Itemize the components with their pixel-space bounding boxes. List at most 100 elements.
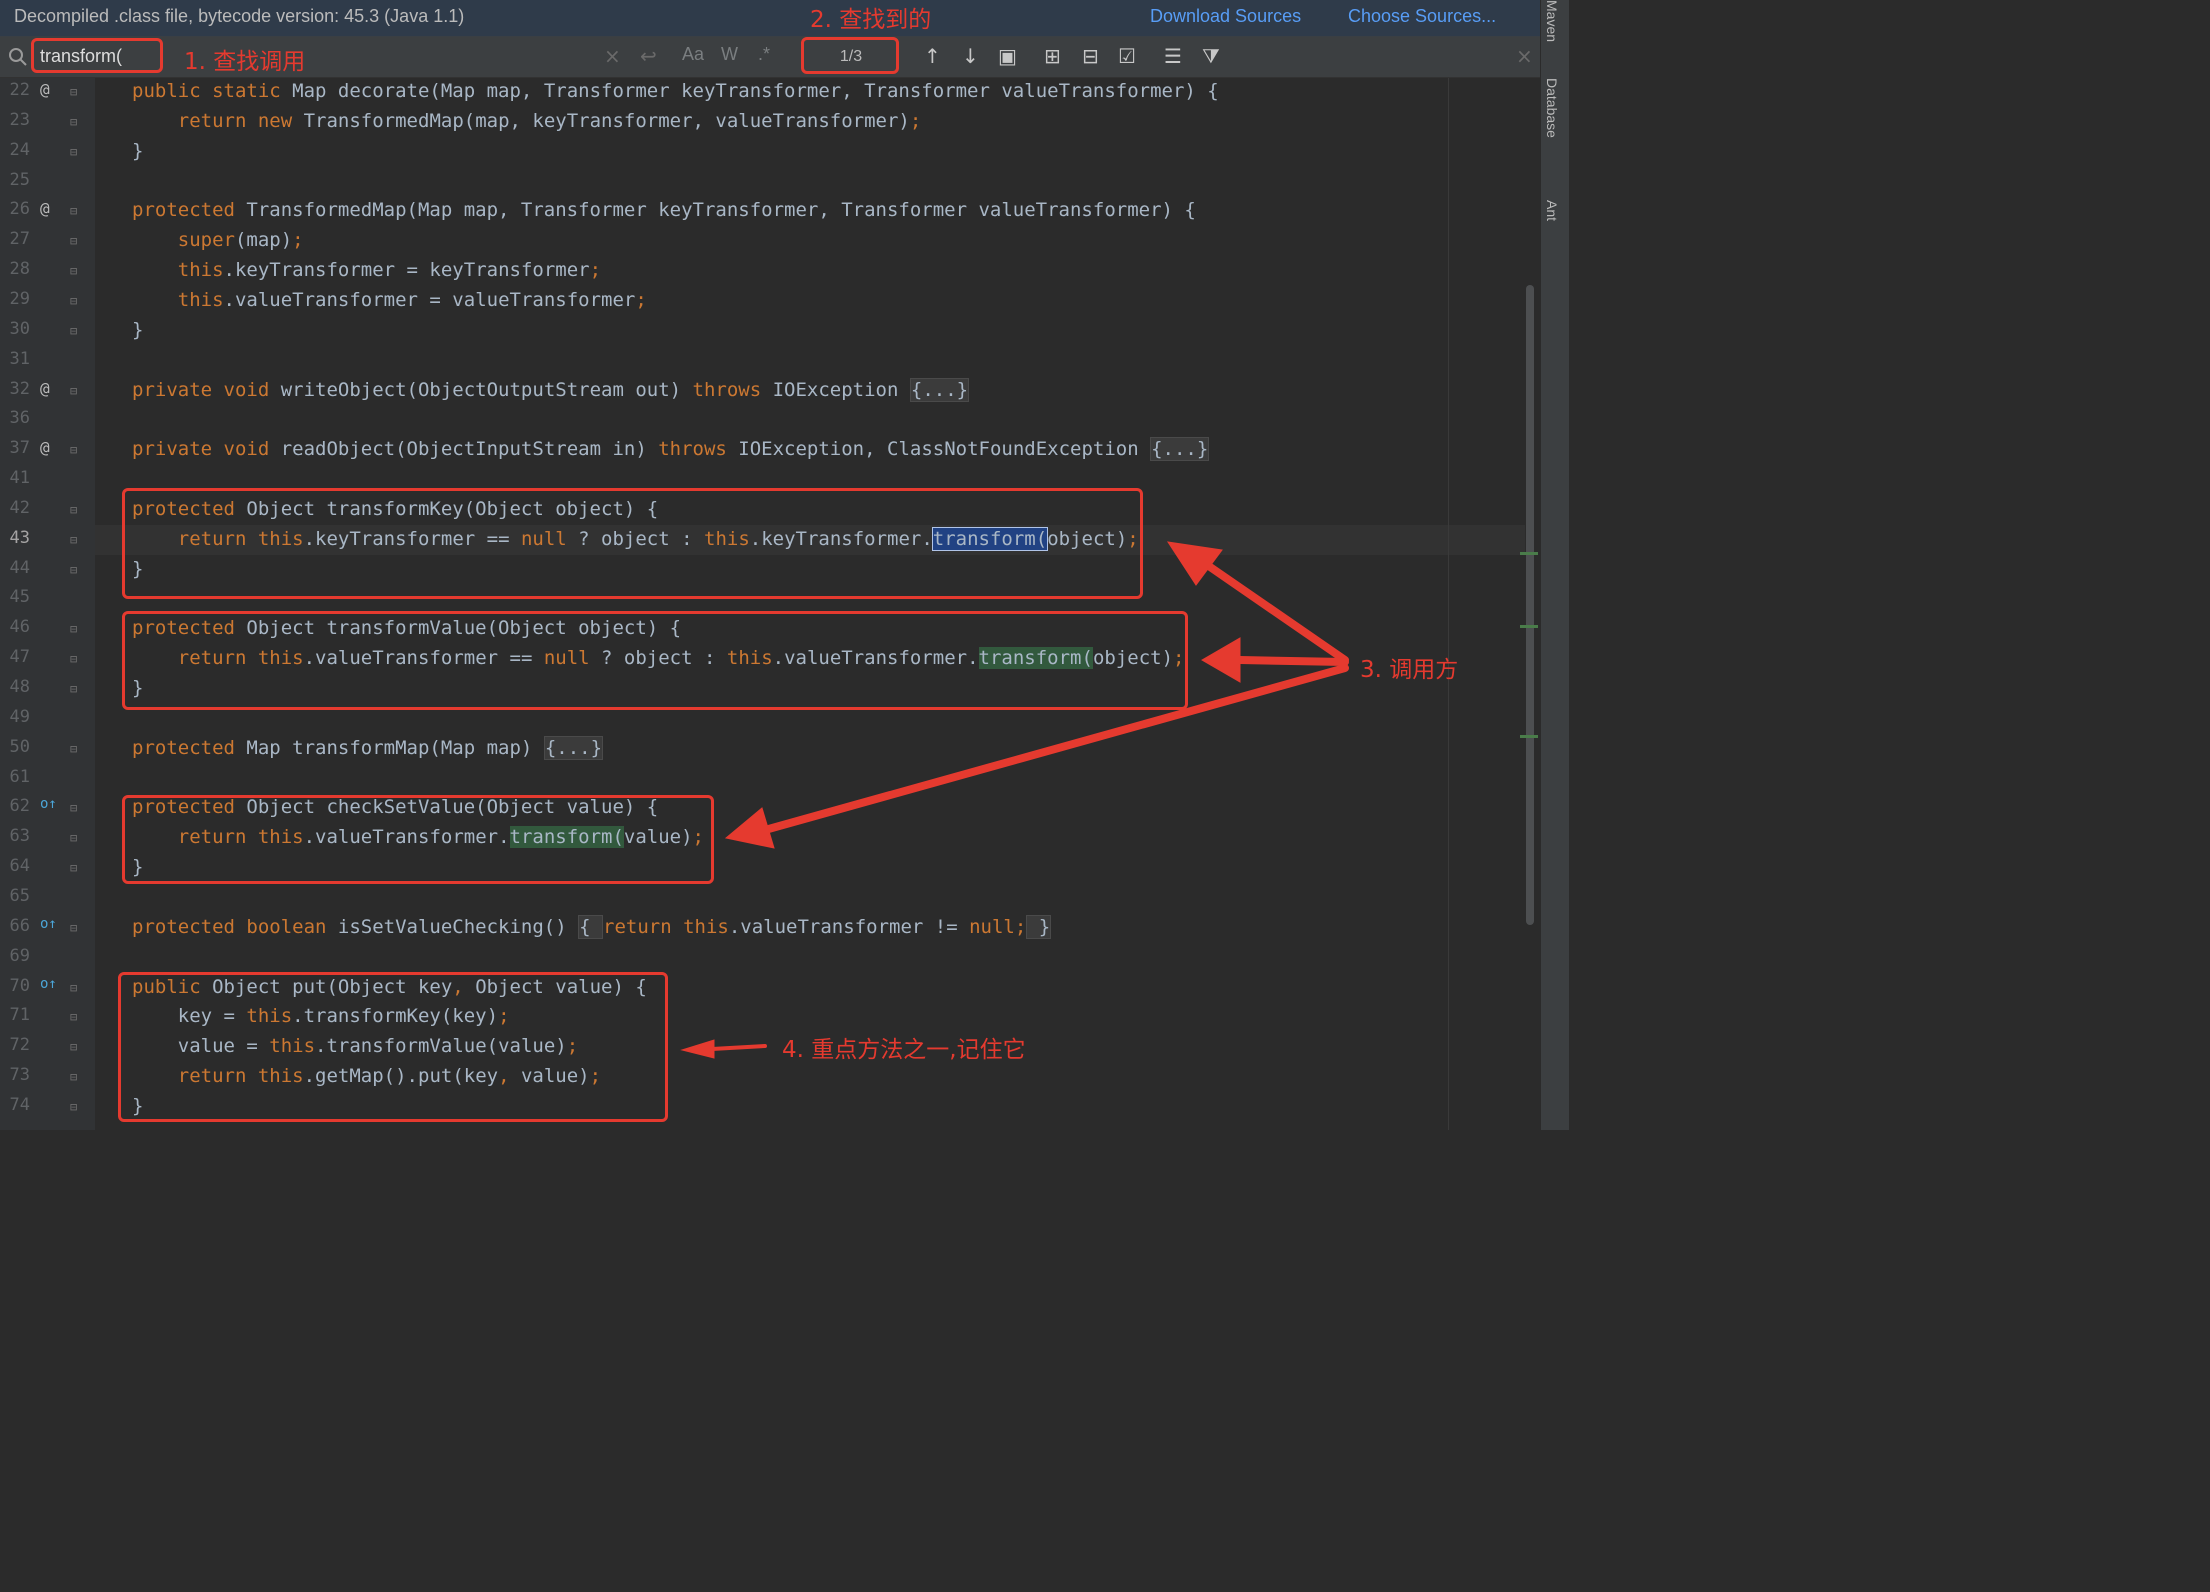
- override-marker-icon[interactable]: o↑: [40, 916, 57, 932]
- annotation-step1: 1. 查找调用: [184, 49, 306, 75]
- code-token: TransformedMap(Map map, Transformer keyT…: [246, 199, 1196, 221]
- download-sources-link[interactable]: Download Sources: [1150, 6, 1301, 27]
- arrow-to-put-method: [710, 1044, 767, 1051]
- code-line: this.keyTransformer = keyTransformer;: [132, 259, 601, 281]
- code-line: public static Map decorate(Map map, Tran…: [132, 80, 1219, 102]
- code-token: protected: [132, 737, 247, 759]
- fold-toggle-icon[interactable]: ⊟: [70, 533, 77, 547]
- multiline-icon[interactable]: ☰: [1164, 44, 1182, 68]
- choose-sources-link[interactable]: Choose Sources...: [1348, 6, 1496, 27]
- fold-toggle-icon[interactable]: ⊟: [70, 204, 77, 218]
- fold-toggle-icon[interactable]: ⊟: [70, 115, 77, 129]
- ant-tab[interactable]: Ant: [1544, 200, 1560, 221]
- fold-toggle-icon[interactable]: ⊟: [70, 563, 77, 577]
- code-token: TransformedMap(map, keyTransformer, valu…: [303, 110, 910, 132]
- folded-block[interactable]: {...}: [909, 378, 970, 402]
- annotation-marker-icon[interactable]: @: [40, 80, 50, 99]
- line-number: 31: [9, 349, 30, 369]
- occurrence-marker[interactable]: [1520, 625, 1538, 628]
- annotation-marker-icon[interactable]: @: [40, 438, 50, 457]
- code-token: ;: [292, 229, 304, 251]
- filter-icon[interactable]: ⧩: [1202, 44, 1220, 68]
- filter-search-results-icon[interactable]: ▣: [998, 44, 1017, 68]
- fold-toggle-icon[interactable]: ⊟: [70, 145, 77, 159]
- right-margin-guide: [1448, 78, 1449, 1130]
- annotation-marker-icon[interactable]: @: [40, 379, 50, 398]
- folded-block[interactable]: {...}: [543, 736, 604, 760]
- code-token: IOException: [772, 379, 910, 401]
- vertical-scrollbar[interactable]: [1526, 285, 1534, 925]
- next-occurrence-icon[interactable]: ↓: [962, 44, 979, 68]
- fold-toggle-icon[interactable]: ⊟: [70, 921, 77, 935]
- annotation-step3: 3. 调用方: [1360, 657, 1459, 683]
- clear-search-icon[interactable]: ×: [604, 44, 621, 68]
- regex-toggle[interactable]: .*: [758, 44, 770, 65]
- unselect-occurrence-icon[interactable]: ⊟: [1082, 44, 1099, 68]
- folded-block[interactable]: }: [1026, 915, 1052, 939]
- fold-toggle-icon[interactable]: ⊟: [70, 831, 77, 845]
- line-number: 63: [9, 826, 30, 846]
- line-number: 30: [9, 319, 30, 339]
- override-marker-icon[interactable]: o↑: [40, 976, 57, 992]
- line-number: 70: [9, 976, 30, 996]
- database-tab[interactable]: Database: [1544, 78, 1560, 138]
- fold-toggle-icon[interactable]: ⊟: [70, 981, 77, 995]
- fold-toggle-icon[interactable]: ⊟: [70, 1040, 77, 1054]
- arrow-to-transform-key: [1196, 556, 1349, 664]
- occurrence-marker[interactable]: [1520, 735, 1538, 738]
- whole-words-toggle[interactable]: W: [721, 44, 738, 65]
- code-token: (map): [234, 229, 293, 251]
- code-token: writeObject(ObjectOutputStream out): [280, 379, 693, 401]
- fold-toggle-icon[interactable]: ⊟: [70, 682, 77, 696]
- line-number: 23: [9, 110, 30, 130]
- fold-toggle-icon[interactable]: ⊟: [70, 861, 77, 875]
- fold-toggle-icon[interactable]: ⊟: [70, 443, 77, 457]
- fold-toggle-icon[interactable]: ⊟: [70, 324, 77, 338]
- fold-toggle-icon[interactable]: ⊟: [70, 294, 77, 308]
- line-number: 37: [9, 438, 30, 458]
- line-number: 48: [9, 677, 30, 697]
- code-token: .valueTransformer = valueTransformer: [223, 289, 636, 311]
- code-line: }: [132, 319, 143, 341]
- fold-toggle-icon[interactable]: ⊟: [70, 742, 77, 756]
- fold-toggle-icon[interactable]: ⊟: [70, 234, 77, 248]
- code-line: }: [132, 140, 143, 162]
- fold-toggle-icon[interactable]: ⊟: [70, 1010, 77, 1024]
- fold-toggle-icon[interactable]: ⊟: [70, 1070, 77, 1084]
- code-line: this.valueTransformer = valueTransformer…: [132, 289, 647, 311]
- fold-toggle-icon[interactable]: ⊟: [70, 801, 77, 815]
- line-number: 73: [9, 1065, 30, 1085]
- folded-block[interactable]: {: [578, 915, 604, 939]
- maven-tab[interactable]: Maven: [1544, 0, 1560, 42]
- code-token: protected: [132, 199, 247, 221]
- fold-toggle-icon[interactable]: ⊟: [70, 652, 77, 666]
- fold-toggle-icon[interactable]: ⊟: [70, 384, 77, 398]
- line-number: 43: [9, 528, 30, 548]
- fold-toggle-icon[interactable]: ⊟: [70, 264, 77, 278]
- annotation-marker-icon[interactable]: @: [40, 199, 50, 218]
- code-token: ;: [635, 289, 647, 311]
- code-line: super(map);: [132, 229, 304, 251]
- fold-toggle-icon[interactable]: ⊟: [70, 1100, 77, 1114]
- add-occurrence-icon[interactable]: ⊞: [1044, 44, 1061, 68]
- occurrence-marker[interactable]: [1520, 552, 1538, 555]
- override-marker-icon[interactable]: o↑: [40, 796, 57, 812]
- line-number: 22: [9, 80, 30, 100]
- search-icon: [8, 47, 28, 71]
- fold-toggle-icon[interactable]: ⊟: [70, 622, 77, 636]
- match-case-toggle[interactable]: Aa: [682, 44, 704, 65]
- select-all-occurrences-icon[interactable]: ☑: [1118, 44, 1136, 68]
- folded-block[interactable]: {...}: [1150, 437, 1210, 461]
- code-line: private void readObject(ObjectInputStrea…: [132, 437, 1210, 461]
- line-number: 27: [9, 229, 30, 249]
- new-line-icon[interactable]: ↩: [640, 44, 657, 68]
- fold-toggle-icon[interactable]: ⊟: [70, 85, 77, 99]
- line-number: 36: [9, 408, 30, 428]
- line-number: 25: [9, 170, 30, 190]
- annotation-step2: 2. 查找到的: [810, 7, 932, 33]
- fold-toggle-icon[interactable]: ⊟: [70, 503, 77, 517]
- code-token: isSetValueChecking(): [337, 916, 579, 938]
- previous-occurrence-icon[interactable]: ↑: [924, 44, 941, 68]
- close-search-icon[interactable]: ×: [1516, 44, 1533, 68]
